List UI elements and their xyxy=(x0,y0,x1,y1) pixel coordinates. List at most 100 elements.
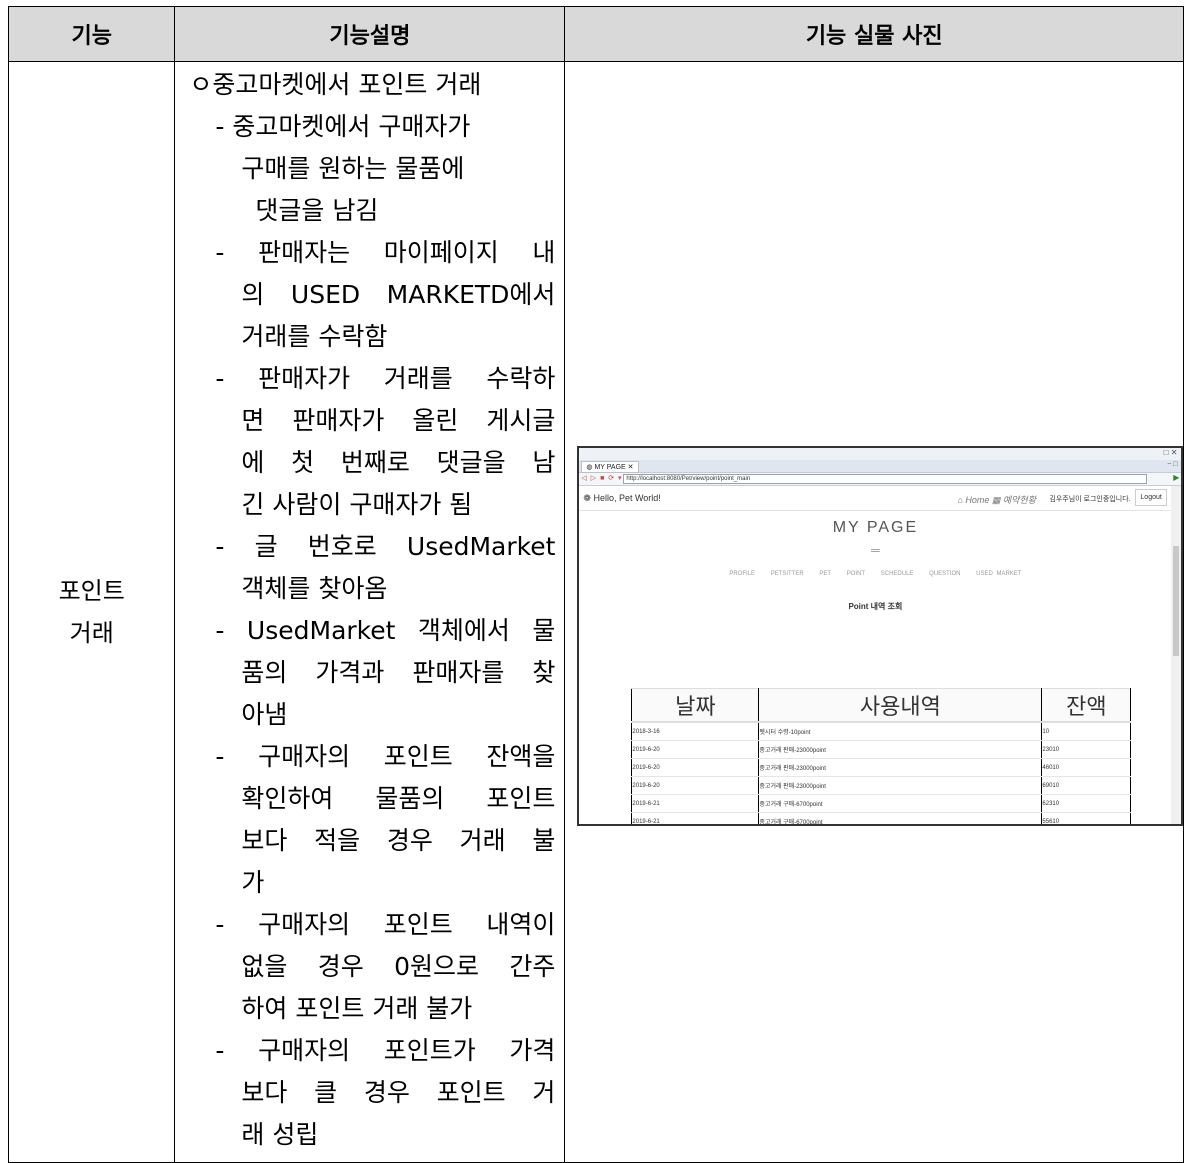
description-line: 확인하여 물품의 포인트 xyxy=(241,784,556,813)
description-line: 보다 클 경우 포인트 거 xyxy=(241,1078,556,1107)
table-row: 2019-6-21 중고거래 구매-6700point 55610 xyxy=(631,812,1132,824)
header-function: 기능 xyxy=(7,6,176,62)
nav-icons: ◁ ▷ ■ ⟳ ▾ xyxy=(581,475,623,482)
tab-title: MY PAGE xyxy=(594,464,626,471)
menu-used-market: USED MARKET xyxy=(976,571,1022,577)
top-nav: ❁ Hello, Pet World! ⌂ Home ▦ 예약현황 김우주님이 … xyxy=(579,486,1172,511)
menu-profile: PROFILE xyxy=(729,571,756,577)
brand-text: Hello, Pet World! xyxy=(593,493,661,503)
description-line: - 구매자의 포인트 잔액을 xyxy=(215,742,556,771)
page-menu: PROFILE PETSITTER PET POINT SCHEDULE QUE… xyxy=(579,571,1171,577)
description-line: 가 xyxy=(241,868,265,897)
web-page: ❁ Hello, Pet World! ⌂ Home ▦ 예약현황 김우주님이 … xyxy=(579,486,1172,824)
header-photo: 기능 실물 사진 xyxy=(564,6,1184,62)
row-date: 2018-3-16 xyxy=(631,721,760,741)
function-name-line: 포인트 xyxy=(58,577,125,605)
header-description: 기능설명 xyxy=(174,6,566,62)
logout-button: Logout xyxy=(1135,489,1167,506)
description-line: - UsedMarket 객체에서 물 xyxy=(215,616,556,645)
description-line: 보다 적을 경우 거래 불 xyxy=(241,826,556,855)
browser-tab: ◍ MY PAGE ✕ xyxy=(581,461,639,473)
calendar-icon: ▦ xyxy=(991,495,1003,505)
row-usage: 중고거래 판매-23000point xyxy=(758,776,1043,795)
row-date: 2019-6-20 xyxy=(631,776,760,795)
photo-cell: □ ✕ ◍ MY PAGE ✕ − □ ◁ ▷ ■ ⟳ ▾ http://loc… xyxy=(564,61,1184,1163)
menu-point: POINT xyxy=(846,571,866,577)
function-name-cell: 포인트 거래 xyxy=(7,61,176,1163)
brand: ❁ Hello, Pet World! xyxy=(583,493,660,504)
description-line: - 판매자는 마이페이지 내 xyxy=(215,238,556,267)
description-line: - 판매자가 거래를 수락하 xyxy=(215,364,556,393)
description-line: - 중고마켓에서 구매자가 xyxy=(215,112,471,141)
paw-icon: ❁ xyxy=(583,493,594,503)
row-usage: 펫시터 수령-10point xyxy=(758,721,1043,741)
window-controls-icon: □ ✕ xyxy=(1163,448,1178,457)
point-table: 날짜 사용내역 잔액 2018-3-16 펫시터 수령-10point 10 201… xyxy=(631,688,1132,824)
menu-question: QUESTION xyxy=(929,571,961,577)
description-line: - 구매자의 포인트 내역이 xyxy=(215,910,556,939)
table-row: 2019-6-20 중고거래 판매-23000point 69010 xyxy=(631,776,1132,795)
row-balance: 23010 xyxy=(1041,740,1132,759)
home-link: ⌂ Home ▦ 예약현황 xyxy=(957,493,1036,506)
scrollbar xyxy=(1171,486,1182,824)
description-cell: ㅇ중고마켓에서 포인트 거래 - 중고마켓에서 구매자가 구매를 원하는 물품에… xyxy=(174,61,566,1163)
row-balance: 55610 xyxy=(1041,812,1132,824)
home-label: Home xyxy=(965,495,990,505)
description-line: 하여 포인트 거래 불가 xyxy=(241,994,473,1023)
row-date: 2019-6-20 xyxy=(631,758,760,777)
minimize-icon: − □ xyxy=(1167,461,1178,468)
description-line: 없을 경우 0원으로 간주 xyxy=(241,952,556,981)
description-line: 에 첫 번째로 댓글을 남 xyxy=(241,448,556,477)
table-row: 2019-6-20 중고거래 판매-23000point 46010 xyxy=(631,758,1132,777)
col-usage: 사용내역 xyxy=(758,688,1043,723)
description-line: 거래를 수락함 xyxy=(241,322,388,351)
row-usage: 중고거래 판매-23000point xyxy=(758,740,1043,759)
reservation-label: 예약현황 xyxy=(1002,495,1037,505)
row-usage: 중고거래 판매-23000point xyxy=(758,758,1043,777)
description-text: ㅇ중고마켓에서 포인트 거래 - 중고마켓에서 구매자가 구매를 원하는 물품에… xyxy=(175,62,555,1156)
row-date: 2019-6-21 xyxy=(631,794,760,813)
scroll-thumb xyxy=(1173,546,1180,656)
function-name-line: 거래 xyxy=(69,619,114,647)
page-title: MY PAGE xyxy=(832,519,919,536)
description-line: 품의 가격과 판매자를 찾 xyxy=(241,658,556,687)
menu-divider-icon: ═ xyxy=(871,543,880,557)
tab-bar: ◍ MY PAGE ✕ − □ xyxy=(579,460,1182,473)
section-title: Point 내역 조회 xyxy=(848,602,903,611)
play-icon: ▶ xyxy=(1173,473,1180,482)
menu-pet: PET xyxy=(819,571,832,577)
table-row: 2019-6-21 중고거래 구매-6700point 62310 xyxy=(631,794,1132,813)
row-usage: 중고거래 구매-6700point xyxy=(758,794,1043,813)
row-usage: 중고거래 구매-6700point xyxy=(758,812,1043,824)
col-date: 날짜 xyxy=(631,688,760,723)
row-balance: 46010 xyxy=(1041,758,1132,777)
feature-table: 기능 기능설명 기능 실물 사진 포인트 거래 ㅇ중고마켓에서 포인트 거래 -… xyxy=(7,6,1184,1163)
row-date: 2019-6-20 xyxy=(631,740,760,759)
table-row: 2018-3-16 펫시터 수령-10point 10 xyxy=(631,721,1132,741)
header-row: 기능 기능설명 기능 실물 사진 xyxy=(7,6,1184,62)
url-bar: ◁ ▷ ■ ⟳ ▾ http://localhost:8080/Pet/view… xyxy=(579,473,1182,486)
row-balance: 69010 xyxy=(1041,776,1132,795)
content-row: 포인트 거래 ㅇ중고마켓에서 포인트 거래 - 중고마켓에서 구매자가 구매를 … xyxy=(7,61,1184,1163)
col-balance: 잔액 xyxy=(1041,688,1132,723)
description-line: 래 성립 xyxy=(241,1120,319,1149)
description-line: 긴 사람이 구매자가 됨 xyxy=(241,490,473,519)
description-line: - 구매자의 포인트가 가격 xyxy=(215,1036,556,1065)
description-line: 면 판매자가 올린 게시글 xyxy=(241,406,556,435)
description-line: 댓글을 남김 xyxy=(255,196,379,225)
description-line: 구매를 원하는 물품에 xyxy=(241,154,465,183)
point-table-header: 날짜 사용내역 잔액 xyxy=(631,688,1132,723)
description-line: ㅇ중고마켓에서 포인트 거래 xyxy=(189,70,482,99)
menu-schedule: SCHEDULE xyxy=(880,571,914,577)
row-balance: 10 xyxy=(1041,721,1132,741)
description-line: 의 USED MARKETD에서 xyxy=(241,280,556,309)
row-date: 2019-6-21 xyxy=(631,812,760,824)
url-field: http://localhost:8080/Pet/view/point/poi… xyxy=(623,474,1148,484)
table-row: 2019-6-20 중고거래 판매-23000point 23010 xyxy=(631,740,1132,759)
window-titlebar: □ ✕ xyxy=(579,448,1182,460)
login-message: 김우주님이 로그인중입니다. xyxy=(1049,496,1131,503)
description-line: 아냄 xyxy=(241,700,288,729)
description-line: - 글 번호로 UsedMarket xyxy=(215,532,556,561)
row-balance: 62310 xyxy=(1041,794,1132,813)
description-line: 객체를 찾아옴 xyxy=(241,574,388,603)
